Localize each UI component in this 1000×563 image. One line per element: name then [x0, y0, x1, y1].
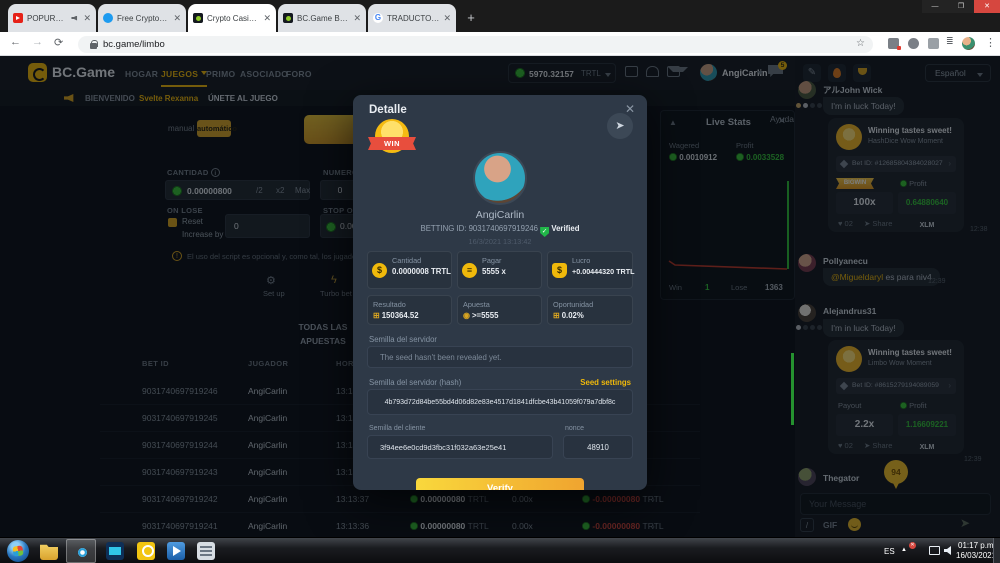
- tab-close-icon[interactable]: ✕: [353, 13, 361, 24]
- clock-date[interactable]: 16/03/2021: [956, 551, 996, 560]
- win-badge: WIN: [371, 119, 413, 161]
- server-seed-hash-label: Semilla del servidor (hash): [369, 378, 461, 387]
- lock-icon: [90, 40, 97, 49]
- taskbar-player-app[interactable]: [131, 539, 161, 563]
- tab-title: Crypto Casino Games - The 16 B: [207, 14, 259, 23]
- betting-id: BETTING ID: 9031740697919246 ✓ Verified: [353, 224, 647, 237]
- extension-icon[interactable]: [908, 38, 919, 49]
- network-icon[interactable]: [929, 546, 940, 555]
- back-icon[interactable]: ←: [10, 36, 21, 48]
- document-icon: [197, 542, 215, 560]
- tab-title: POPURRI LILLY GOODMAN: [27, 14, 67, 23]
- youtube-favicon: [13, 13, 23, 23]
- tab-audio-icon[interactable]: [71, 14, 79, 22]
- show-desktop-button[interactable]: [993, 538, 1000, 563]
- clock-time[interactable]: 01:17 p.m.: [958, 541, 996, 550]
- tab-youtube[interactable]: POPURRI LILLY GOODMAN ✕: [8, 4, 96, 32]
- server-seed-label: Semilla del servidor: [369, 335, 437, 344]
- tab-close-icon[interactable]: ✕: [83, 13, 91, 24]
- bet-detail-modal: Detalle ✕ WIN ➤ AngiCarlin BETTING ID: 9…: [353, 95, 647, 490]
- player-avatar: [473, 151, 527, 205]
- client-seed-label: Semilla del cliente: [369, 425, 425, 432]
- forward-icon[interactable]: →: [32, 36, 43, 48]
- browser-menu-icon[interactable]: ⋮: [985, 36, 996, 49]
- tray-expand-icon[interactable]: ▲: [901, 547, 907, 553]
- verify-button[interactable]: Verify: [416, 478, 584, 490]
- page: BC.Game HOGAR JUEGOS PRIMO ASOCIADO FORO…: [0, 56, 1000, 537]
- chat-scrollbar[interactable]: [791, 353, 794, 425]
- keyboard-language[interactable]: ES: [884, 547, 895, 556]
- result-grid-icon: ⊞: [373, 311, 380, 320]
- tab-bcgame-medal[interactable]: BC.Game Brand New Medal Ever ✕: [278, 4, 366, 32]
- speaker-icon[interactable]: [944, 546, 954, 555]
- player-name: AngiCarlin: [353, 209, 647, 221]
- hand-coin-icon: $: [372, 263, 387, 278]
- browser-toolbar: ← → ⟳ bc.game/limbo ☆ ≣ ⋮: [0, 32, 1000, 56]
- tab-title: Free Cryptos (@cryptosfaucets): [117, 14, 169, 23]
- tab-title: TRADUCTOR - Buscar con Googl: [387, 14, 439, 23]
- folder-icon: [40, 542, 58, 560]
- nonce-label: nonce: [565, 425, 584, 432]
- client-seed-box[interactable]: 3f94ee6e0cd9d3fbc31f032a63e25e41: [367, 435, 553, 459]
- reading-list-icon[interactable]: ≣: [946, 36, 954, 47]
- chance-grid-icon: ⊞: [553, 311, 560, 320]
- browser-tab-bar: POPURRI LILLY GOODMAN ✕ Free Cryptos (@c…: [0, 0, 1000, 32]
- url-text[interactable]: bc.game/limbo: [103, 39, 165, 50]
- money-bag-icon: $: [552, 263, 567, 278]
- bcgame-favicon: [193, 13, 203, 23]
- coins-stack-icon: ≡: [462, 263, 477, 278]
- target-icon: ◉: [463, 311, 470, 320]
- win-badge-ribbon: WIN: [368, 137, 416, 150]
- play-icon: [167, 542, 185, 560]
- twitter-favicon: [103, 13, 113, 23]
- screen: POPURRI LILLY GOODMAN ✕ Free Cryptos (@c…: [0, 0, 1000, 563]
- tab-title: BC.Game Brand New Medal Ever: [297, 14, 349, 23]
- stat-card-oportunidad: Oportunidad ⊞0.02%: [547, 295, 633, 325]
- stat-card-apuesta: Apuesta ◉>=5555: [457, 295, 542, 325]
- start-button[interactable]: [7, 540, 29, 562]
- server-seed-box: The seed hasn't been revealed yet.: [367, 346, 633, 368]
- bcgame-favicon: [283, 13, 293, 23]
- taskbar-notepad[interactable]: [191, 539, 221, 563]
- window-close-button[interactable]: ✕: [974, 0, 1000, 13]
- stat-card-cantidad: $ Cantidad 0.0000008 TRTL: [367, 251, 452, 289]
- bet-stat-cards: $ Cantidad 0.0000008 TRTL ≡ Pagar 5555 x…: [367, 251, 633, 325]
- stat-card-resultado: Resultado ⊞150364.52: [367, 295, 452, 325]
- yellow-app-icon: [137, 542, 155, 560]
- taskbar-chrome-active[interactable]: [66, 539, 96, 563]
- address-bar[interactable]: bc.game/limbo ☆: [78, 36, 873, 53]
- window-minimize-button[interactable]: —: [922, 0, 948, 13]
- verified-shield-icon: ✓: [540, 227, 549, 237]
- browser-profile-avatar[interactable]: [962, 37, 975, 50]
- stat-card-pagar: ≡ Pagar 5555 x: [457, 251, 542, 289]
- tab-translator[interactable]: G TRADUCTOR - Buscar con Googl ✕: [368, 4, 456, 32]
- nonce-box[interactable]: 48910: [563, 435, 633, 459]
- new-tab-button[interactable]: +: [462, 9, 480, 27]
- taskbar-mediaplayer[interactable]: [161, 539, 191, 563]
- extension-badge: [897, 46, 901, 50]
- tab-close-icon[interactable]: ✕: [173, 13, 181, 24]
- taskbar-moviemaker[interactable]: [100, 539, 130, 563]
- taskbar-explorer[interactable]: [34, 539, 64, 563]
- bet-datetime: 16/3/2021 13:13:42: [353, 237, 647, 246]
- tab-close-icon[interactable]: ✕: [263, 13, 271, 24]
- filmstrip-icon: [106, 542, 124, 560]
- window-maximize-button[interactable]: ❐: [948, 0, 974, 13]
- stat-card-lucro: $ Lucro +0.00444320 TRTL: [547, 251, 633, 289]
- tab-close-icon[interactable]: ✕: [443, 13, 451, 24]
- tab-twitter[interactable]: Free Cryptos (@cryptosfaucets) ✕: [98, 4, 186, 32]
- seed-settings-link[interactable]: Seed settings: [580, 378, 631, 387]
- tab-bcgame-active[interactable]: Crypto Casino Games - The 16 B ✕: [188, 4, 276, 32]
- refresh-icon[interactable]: ⟳: [54, 36, 63, 49]
- bookmark-star-icon[interactable]: ☆: [856, 38, 865, 49]
- server-seed-hash-box[interactable]: 4b793d72d84be55bd4d06d82e83e4517d1841dfc…: [367, 389, 633, 415]
- windows-taskbar: ES ▲ 01:17 p.m. 16/03/2021: [0, 537, 1000, 563]
- puzzle-icon[interactable]: [928, 38, 939, 49]
- google-favicon: G: [373, 13, 383, 23]
- extension-icon[interactable]: [888, 38, 899, 49]
- share-icon[interactable]: ➤: [607, 113, 633, 139]
- modal-title: Detalle: [369, 104, 407, 116]
